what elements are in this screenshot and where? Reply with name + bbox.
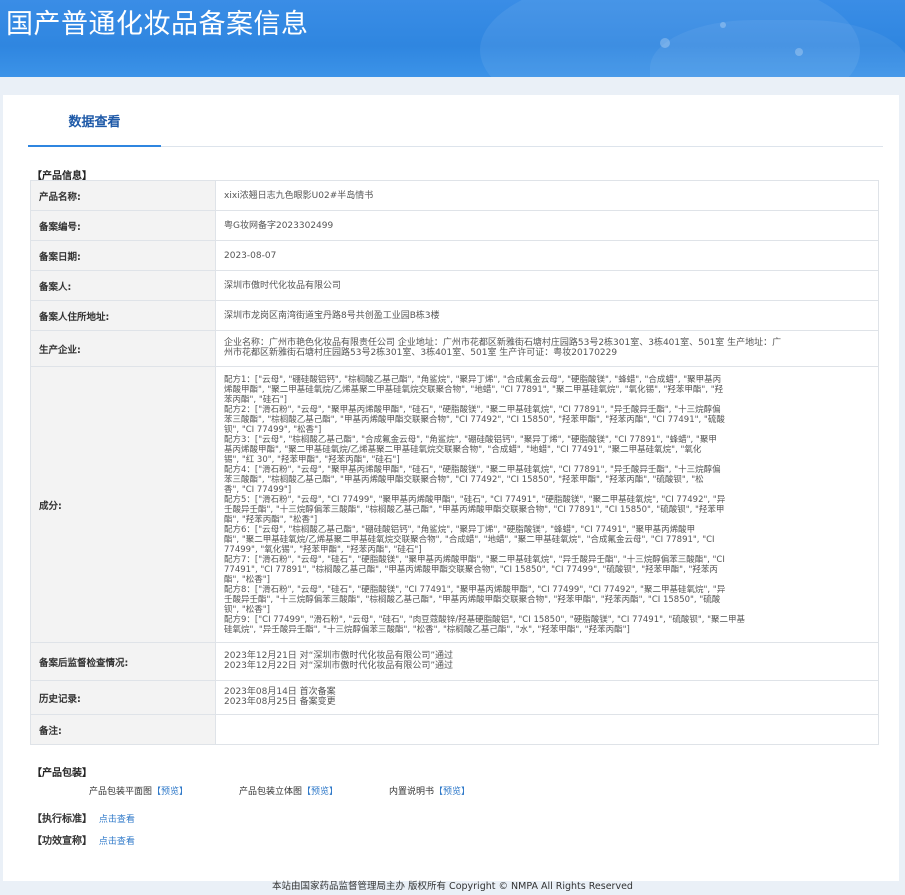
product-name-value: xixi浓翘日志九色眼影U02#半岛情书 <box>215 180 879 211</box>
manufacturer-label: 生产企业: <box>30 330 216 367</box>
record-date-value: 2023-08-07 <box>215 240 879 271</box>
ingredient-line: 酯", "松香"] <box>224 574 270 585</box>
history-value: 2023年08月14日 首次备案 2023年08月25日 备案变更 <box>215 680 879 715</box>
ingredient-line: 香", "CI 77499"] <box>224 484 292 495</box>
standard-title: 【执行标准】 <box>32 814 92 825</box>
packaging-preview-link[interactable]: 【预览】 <box>434 787 470 797</box>
manufacturer-line: 州市花都区新雅街石塘村庄园路53号2栋301室、3栋401室、501室 生产许可… <box>224 347 618 358</box>
table-row: 备案人: 深圳市傲时代化妆品有限公司 <box>30 270 879 301</box>
packaging-item-label: 产品包装立体图 <box>239 787 303 797</box>
inspection-label: 备案后监督检查情况: <box>30 642 216 681</box>
ingredient-line: 77491", "CI 77891", "棕榈酸乙基己酯", "甲基丙烯酸甲酯交… <box>224 564 718 575</box>
ingredient-line: 配方4：["滑石粉", "云母", "聚甲基丙烯酸甲酯", "硅石", "硬脂酸… <box>224 464 721 475</box>
registrant-label: 备案人: <box>30 270 216 301</box>
efficacy-row: 【功效宣称】 点击查看 <box>32 832 135 847</box>
ingredient-line: 壬酸异壬酯", "十三烷醇偏苯三酸酯", "棕榈酸乙基己酯", "甲基丙烯酸甲酯… <box>224 504 725 515</box>
product-name-label: 产品名称: <box>30 180 216 211</box>
ingredient-line: 钡", "CI 77499", "松香"] <box>224 424 322 435</box>
table-row: 产品名称: xixi浓翘日志九色眼影U02#半岛情书 <box>30 180 879 211</box>
table-row: 备案日期: 2023-08-07 <box>30 240 879 271</box>
tab-data-view[interactable]: 数据查看 <box>28 95 161 147</box>
banner-decoration <box>720 22 726 28</box>
address-value: 深圳市龙岗区南湾街道宝丹路8号共创盈工业园B栋3楼 <box>215 300 879 331</box>
address-label: 备案人住所地址: <box>30 300 216 331</box>
ingredient-line: 酯", "聚二甲基硅氧烷/乙烯基聚二甲基硅氧烷交联聚合物", "合成蜡", "地… <box>224 534 715 545</box>
ingredient-line: 配方2：["滑石粉", "云母", "聚甲基丙烯酸甲酯", "硅石", "硬脂酸… <box>224 404 721 415</box>
standard-row: 【执行标准】 点击查看 <box>32 810 135 825</box>
product-info-table: 产品名称: xixi浓翘日志九色眼影U02#半岛情书 备案编号: 粤G妆网备字2… <box>30 180 879 745</box>
efficacy-title: 【功效宣称】 <box>32 836 92 847</box>
remarks-value <box>215 714 879 745</box>
ingredient-line: 苯三酸酯", "棕榈酸乙基己酯", "甲基丙烯酸甲酯交联聚合物", "CI 77… <box>224 414 725 425</box>
ingredient-line: 钡", "松香"] <box>224 604 270 615</box>
record-date-label: 备案日期: <box>30 240 216 271</box>
ingredient-line: 配方3：["云母", "棕榈酸乙基己酯", "合成氟金云母", "角鲨烷", "… <box>224 434 717 445</box>
packaging-item: 产品包装立体图【预览】 <box>239 784 338 797</box>
efficacy-view-link[interactable]: 点击查看 <box>99 837 135 847</box>
manufacturer-value: 企业名称：广州市艳色化妆品有限责任公司 企业地址：广州市花都区新雅街石塘村庄园路… <box>215 330 879 367</box>
ingredient-line: 烯酸甲酯", "聚二甲基硅氧烷/乙烯基聚二甲基硅氧烷交联聚合物", "地蜡", … <box>224 384 724 395</box>
packaging-preview-link[interactable]: 【预览】 <box>152 787 188 797</box>
history-label: 历史记录: <box>30 680 216 715</box>
header-banner: 国产普通化妆品备案信息 <box>0 0 905 77</box>
ingredient-line: 配方8：["滑石粉", "云母", "硅石", "硬脂酸镁", "CI 7749… <box>224 584 726 595</box>
ingredient-line: 酯", "羟苯丙酯", "松香"] <box>224 514 318 525</box>
ingredient-line: 苯三酸酯", "棕榈酸乙基己酯", "甲基丙烯酸甲酯交联聚合物", "CI 77… <box>224 474 704 485</box>
ingredient-line: 配方6：["云母", "棕榈酸乙基己酯", "硼硅酸铝钙", "角鲨烷", "聚… <box>224 524 696 535</box>
ingredient-line: 锡", "红 30", "羟苯甲酯", "羟苯丙酯", "硅石"] <box>224 454 400 465</box>
packaging-section-title: 【产品包装】 <box>32 768 92 779</box>
table-row: 备注: <box>30 714 879 745</box>
footer: 本站由国家药品监督管理局主办 版权所有 Copyright © NMPA All… <box>272 881 633 892</box>
page-title: 国产普通化妆品备案信息 <box>6 9 309 40</box>
packaging-item-label: 内置说明书 <box>389 787 435 797</box>
table-row: 历史记录: 2023年08月14日 首次备案 2023年08月25日 备案变更 <box>30 680 879 715</box>
standard-view-link[interactable]: 点击查看 <box>99 815 135 825</box>
ingredient-line: 77499", "氧化锡", "羟苯甲酯", "羟苯丙酯", "硅石"] <box>224 544 422 555</box>
table-row: 成分: 配方1：["云母", "硼硅酸铝钙", "棕榈酸乙基己酯", "角鲨烷"… <box>30 366 879 643</box>
ingredient-line: 苯丙酯", "硅石"] <box>224 394 287 405</box>
record-no-value: 粤G妆网备字2023302499 <box>215 210 879 241</box>
remarks-label: 备注: <box>30 714 216 745</box>
registrant-value: 深圳市傲时代化妆品有限公司 <box>215 270 879 301</box>
ingredient-line: 基丙烯酸甲酯", "聚二甲基硅氧烷/乙烯基聚二甲基硅氧烷交联聚合物", "合成蜡… <box>224 444 702 455</box>
table-row: 备案人住所地址: 深圳市龙岗区南湾街道宝丹路8号共创盈工业园B栋3楼 <box>30 300 879 331</box>
record-no-label: 备案编号: <box>30 210 216 241</box>
packaging-preview-link[interactable]: 【预览】 <box>302 787 338 797</box>
content-card: 数据查看 【产品信息】 产品名称: xixi浓翘日志九色眼影U02#半岛情书 备… <box>3 95 899 881</box>
packaging-item: 内置说明书【预览】 <box>389 784 470 797</box>
banner-decoration <box>660 38 670 48</box>
tab-bar: 数据查看 <box>28 95 883 147</box>
ingredient-line: 配方5：["滑石粉", "云母", "CI 77499", "聚甲基丙烯酸甲酯"… <box>224 494 726 505</box>
history-line: 2023年08月25日 备案变更 <box>224 696 336 707</box>
banner-decoration <box>795 48 803 56</box>
inspection-value: 2023年12月21日 对“深圳市傲时代化妆品有限公司”通过 2023年12月2… <box>215 642 879 681</box>
ingredients-value: 配方1：["云母", "硼硅酸铝钙", "棕榈酸乙基己酯", "角鲨烷", "聚… <box>215 366 879 643</box>
table-row: 备案后监督检查情况: 2023年12月21日 对“深圳市傲时代化妆品有限公司”通… <box>30 642 879 681</box>
ingredients-label: 成分: <box>30 366 216 643</box>
ingredient-line: 壬酸异壬酯", "十三烷醇偏苯三酸酯", "棕榈酸乙基己酯", "甲基丙烯酸甲酯… <box>224 594 721 605</box>
packaging-item: 产品包装平面图【预览】 <box>89 784 188 797</box>
ingredient-line: 配方9：["CI 77499", "滑石粉", "云母", "硅石", "肉豆蔻… <box>224 614 746 625</box>
ingredient-line: 配方1：["云母", "硼硅酸铝钙", "棕榈酸乙基己酯", "角鲨烷", "聚… <box>224 374 722 385</box>
ingredient-line: 配方7：["滑石粉", "云母", "硅石", "硬脂酸镁", "聚甲基丙烯酸甲… <box>224 554 725 565</box>
inspection-line: 2023年12月22日 对“深圳市傲时代化妆品有限公司”通过 <box>224 660 453 671</box>
ingredient-line: 硅氧烷", "异壬酸异壬酯", "十三烷醇偏苯三酸酯", "松香", "棕榈酸乙… <box>224 624 630 635</box>
table-row: 备案编号: 粤G妆网备字2023302499 <box>30 210 879 241</box>
packaging-item-label: 产品包装平面图 <box>89 787 153 797</box>
table-row: 生产企业: 企业名称：广州市艳色化妆品有限责任公司 企业地址：广州市花都区新雅街… <box>30 330 879 367</box>
